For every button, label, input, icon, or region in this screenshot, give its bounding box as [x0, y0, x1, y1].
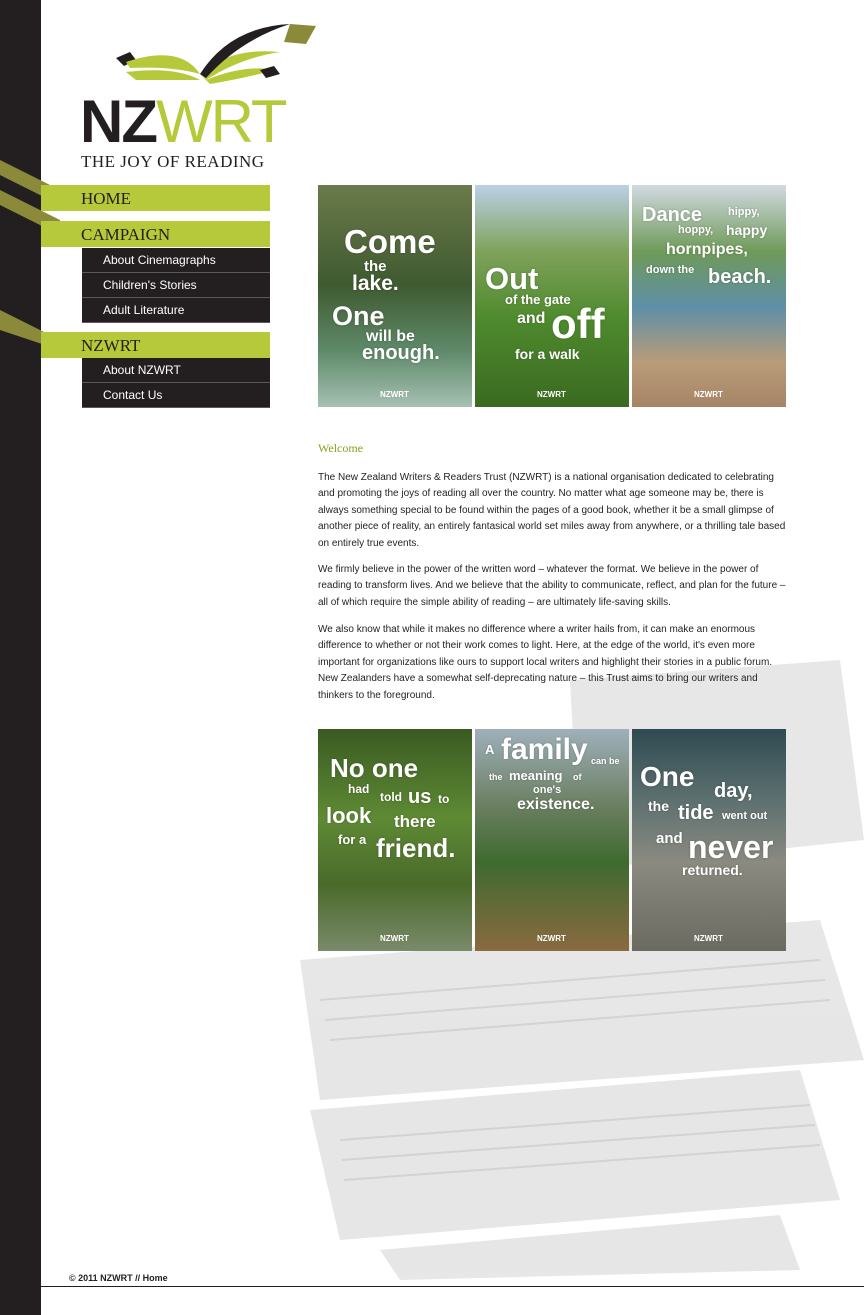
nav-item-about-nzwrt[interactable]: About NZWRT: [82, 358, 270, 383]
book-wings-icon: [116, 24, 316, 84]
poster-text: lake.: [352, 272, 399, 295]
poster-text: returned.: [682, 862, 743, 878]
poster-badge: NZWRT: [537, 390, 566, 399]
poster-text: look: [326, 803, 372, 828]
poster-badge: NZWRT: [380, 390, 409, 399]
poster-text: day,: [714, 780, 753, 802]
poster-text: One: [640, 761, 695, 792]
intro-paragraph-1: The New Zealand Writers & Readers Trust …: [318, 472, 786, 549]
nav-nzwrt-label: NZWRT: [81, 336, 141, 355]
poster-badge: NZWRT: [694, 934, 723, 943]
poster-text: to: [438, 792, 450, 806]
poster-text: enough.: [362, 342, 440, 364]
nav-home[interactable]: HOME: [41, 185, 270, 211]
nav-campaign[interactable]: CAMPAIGN: [41, 221, 270, 247]
poster-text: one's: [533, 784, 562, 796]
poster-text: A: [485, 742, 495, 757]
nav-item-label: About NZWRT: [103, 363, 181, 377]
poster-text: had: [348, 782, 370, 796]
logo-nz-text: NZ: [80, 88, 158, 155]
poster-text: never: [688, 829, 774, 865]
poster-text: went out: [722, 810, 768, 822]
poster-text: family: [501, 733, 588, 766]
logo-wordmark: NZWRT: [80, 92, 288, 152]
decorative-stripes: [0, 160, 60, 350]
nav-item-label: Children's Stories: [103, 278, 197, 292]
poster-text: there: [394, 812, 436, 831]
intro-paragraph-2: We firmly believe in the power of the wr…: [318, 564, 786, 608]
poster-text: and: [517, 310, 546, 327]
poster-text: the: [489, 772, 503, 782]
poster-text: and: [656, 830, 683, 847]
poster-text: the: [648, 798, 669, 814]
poster-text: hippy,: [728, 206, 760, 218]
nav-item-childrens-stories[interactable]: Children's Stories: [82, 273, 270, 298]
nav-nzwrt[interactable]: NZWRT: [41, 332, 270, 358]
logo-wrt-text: WRT: [155, 88, 288, 155]
poster-text: down the: [646, 264, 695, 276]
poster-come-the-lake[interactable]: Come the lake. One will be enough. NZWRT: [318, 185, 472, 407]
poster-text: can be: [591, 756, 620, 766]
poster-text: for a walk: [515, 346, 580, 362]
poster-badge: NZWRT: [537, 934, 566, 943]
poster-text: of: [573, 772, 582, 782]
logo-tagline: THE JOY OF READING: [81, 152, 265, 171]
nav-item-contact-us[interactable]: Contact Us: [82, 383, 270, 408]
poster-no-one-had-told-us[interactable]: No one had told us to look there for a f…: [318, 729, 472, 951]
poster-text: told: [380, 790, 402, 804]
poster-text: Dance: [642, 204, 703, 226]
poster-a-family[interactable]: A family can be the meaning of one's exi…: [475, 729, 629, 951]
poster-text: No one: [330, 753, 419, 783]
nzwrt-logo[interactable]: NZWRT THE JOY OF READING: [80, 22, 320, 172]
nav-home-label: HOME: [81, 189, 132, 208]
footer-copyright: © 2011 NZWRT // Home: [69, 1273, 168, 1283]
poster-text: Out: [485, 261, 539, 296]
nav-item-label: Adult Literature: [103, 303, 185, 317]
nav-item-label: About Cinemagraphs: [103, 253, 216, 267]
poster-text: off: [551, 300, 605, 347]
poster-one-day-the-tide[interactable]: One day, the tide went out and never ret…: [632, 729, 786, 951]
nav-item-label: Contact Us: [103, 388, 163, 402]
nav-item-about-cinemagraphs[interactable]: About Cinemagraphs: [82, 248, 270, 273]
poster-text: happy: [726, 222, 768, 238]
poster-out-of-the-gate[interactable]: Out of the gate and off for a walk NZWRT: [475, 185, 629, 407]
poster-text: Come: [344, 223, 436, 260]
nav-campaign-label: CAMPAIGN: [81, 225, 171, 244]
poster-badge: NZWRT: [694, 390, 723, 399]
poster-text: hornpipes,: [666, 241, 748, 258]
poster-text: hoppy,: [678, 224, 714, 236]
poster-text: existence.: [517, 796, 595, 813]
poster-text: for a: [338, 832, 367, 847]
poster-text: friend.: [376, 833, 456, 863]
poster-text: us: [408, 786, 432, 808]
nav-item-adult-literature[interactable]: Adult Literature: [82, 298, 270, 323]
intro-paragraph-3: We also know that while it makes no diff…: [318, 624, 773, 701]
poster-text: beach.: [708, 266, 772, 288]
welcome-heading: Welcome: [318, 441, 364, 455]
poster-text: One: [332, 301, 385, 331]
poster-badge: NZWRT: [380, 934, 409, 943]
poster-text: tide: [678, 802, 714, 824]
poster-dance-down-the-beach[interactable]: Dance hippy, hoppy, happy hornpipes, dow…: [632, 185, 786, 407]
poster-text: meaning: [509, 768, 563, 783]
footer-divider: [41, 1286, 864, 1287]
